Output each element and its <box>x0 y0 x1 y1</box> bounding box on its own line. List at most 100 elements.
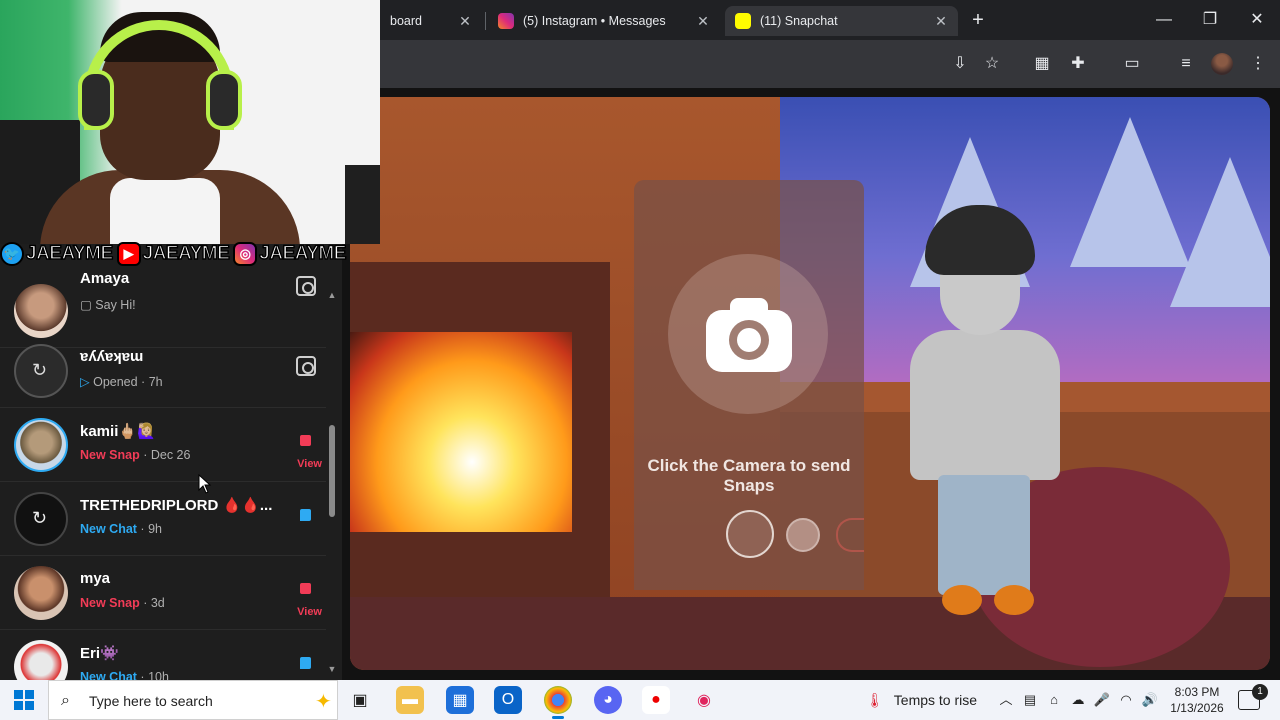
discord-icon[interactable]: ◕ <box>594 686 622 714</box>
chat-status: New Chat · 10h <box>80 670 169 680</box>
thermometer-icon: 🌡 <box>866 691 884 708</box>
chat-name: TRETHEDRIPLORD 🩸🩸... <box>80 497 273 514</box>
fire <box>350 332 572 532</box>
chat-item[interactable]: kamii🖕🏼🙋🏼‍♀️ New Snap · Dec 26 View <box>0 408 326 482</box>
menu-icon[interactable]: ⋮ <box>1246 52 1270 76</box>
camera-reply-icon[interactable] <box>294 274 318 298</box>
tab-title: (11) Snapchat <box>760 14 838 28</box>
lens-option[interactable] <box>786 518 820 552</box>
scroll-down-arrow[interactable]: ▼ <box>325 664 339 676</box>
bitmoji-hoodie <box>910 330 1060 480</box>
chat-item[interactable]: ↻ TRETHEDRIPLORD 🩸🩸... New Chat · 9h <box>0 482 326 556</box>
youtube-icon: ▶ <box>116 242 141 266</box>
outlook-icon[interactable]: O <box>494 686 522 714</box>
tab-dashboard[interactable]: board ✕ <box>380 6 482 36</box>
avatar: ↻ <box>14 344 68 398</box>
file-explorer-icon[interactable]: ▬ <box>396 686 424 714</box>
extensions-icon[interactable]: ✚ <box>1066 52 1090 76</box>
sidepanel-icon[interactable]: ▭ <box>1120 52 1144 76</box>
cloud-icon[interactable]: ☁ <box>1069 691 1087 709</box>
close-tab-icon[interactable]: ✕ <box>932 12 950 30</box>
chat-name: Eri👾 <box>80 645 119 662</box>
weather-text: Temps to rise <box>893 692 978 708</box>
chat-item[interactable]: Eri👾 New Chat · 10h <box>0 630 326 680</box>
camera-icon <box>706 298 792 372</box>
tab-snapchat[interactable]: (11) Snapchat ✕ <box>725 6 958 36</box>
view-link[interactable]: View <box>297 606 322 618</box>
view-link[interactable]: View <box>297 458 322 470</box>
search-icon: ⌕ <box>61 692 70 709</box>
new-chat-icon[interactable] <box>294 650 318 674</box>
task-view-icon[interactable]: ▣ <box>346 686 374 714</box>
new-snap-icon[interactable] <box>294 428 318 452</box>
scroll-up-arrow[interactable]: ▲ <box>325 290 339 302</box>
notification-badge: 1 <box>1252 684 1268 700</box>
star-icon[interactable]: ☆ <box>980 52 1004 76</box>
volume-icon[interactable]: 🔊 <box>1141 691 1159 709</box>
tab-title: board <box>390 14 422 28</box>
tab-title: (5) Instagram • Messages <box>523 14 666 28</box>
system-clock[interactable]: 8:03 PM 1/13/2026 <box>1166 684 1228 716</box>
close-tab-icon[interactable]: ✕ <box>694 12 712 30</box>
snapchat-icon <box>735 13 751 29</box>
chat-bubble-icon: ▢ <box>80 298 96 312</box>
instagram-handle: ◎ JAEAYME <box>233 242 347 266</box>
instagram-icon <box>498 13 514 29</box>
tray-app-icon[interactable]: ⌂ <box>1045 691 1063 709</box>
tray-app-icon[interactable]: ▤ <box>1021 691 1039 709</box>
headset-earcup <box>78 70 114 130</box>
chat-status: ▢ Say Hi! <box>80 298 136 312</box>
install-icon[interactable]: ⇩ <box>948 52 972 76</box>
close-window-button[interactable]: ✕ <box>1245 8 1269 32</box>
media-icon[interactable]: ≡ <box>1174 52 1198 76</box>
headset-earcup <box>206 70 242 130</box>
pumpkin-shoe <box>942 585 982 615</box>
youtube-handle: ▶ JAEAYME <box>116 242 230 266</box>
chrome-icon[interactable] <box>544 686 572 719</box>
profile-avatar[interactable] <box>1211 53 1233 75</box>
chat-status: New Chat · 9h <box>80 522 162 536</box>
mouse-cursor-icon <box>198 474 212 494</box>
chat-name: ɐʎʎɐʞɐɯ <box>80 348 144 365</box>
new-tab-button[interactable]: + <box>968 10 988 30</box>
store-icon[interactable]: ▦ <box>446 686 474 714</box>
maximize-button[interactable]: ❐ <box>1198 8 1222 32</box>
microphone-icon[interactable]: 🎤 <box>1093 691 1111 709</box>
recorder-icon[interactable]: ● <box>642 686 670 714</box>
chat-status: ▷ Opened · 7h <box>80 375 163 389</box>
taskbar-search[interactable]: ⌕ Type here to search ✦ <box>48 680 338 720</box>
windows-start-icon[interactable] <box>14 690 34 710</box>
clock-date: 1/13/2026 <box>1170 701 1224 715</box>
new-chat-icon[interactable] <box>294 502 318 526</box>
chat-item[interactable]: ↻ ɐʎʎɐʞɐɯ ▷ Opened · 7h <box>0 334 326 408</box>
new-snap-icon[interactable] <box>294 576 318 600</box>
close-tab-icon[interactable]: ✕ <box>456 12 474 30</box>
bitmoji-jeans <box>938 475 1030 595</box>
scrollbar-thumb[interactable] <box>329 425 335 517</box>
copilot-sparkle-icon: ✦ <box>315 691 332 713</box>
chat-item[interactable]: mya New Snap · 3d View <box>0 556 326 630</box>
tray-overflow-icon[interactable]: ︿ <box>997 691 1015 709</box>
refresh-icon: ↻ <box>32 508 48 528</box>
bitmoji-avatar <box>890 205 1090 615</box>
streamer-shirt <box>110 178 220 244</box>
sent-arrow-icon: ▷ <box>80 375 94 389</box>
tab-instagram[interactable]: (5) Instagram • Messages ✕ <box>488 6 720 36</box>
qr-icon[interactable]: ▦ <box>1030 52 1054 76</box>
minimize-button[interactable]: — <box>1152 8 1176 32</box>
chat-name: Amaya <box>80 270 130 287</box>
screen: board ✕ (5) Instagram • Messages ✕ (11) … <box>0 0 1280 720</box>
avatar: ↻ <box>14 492 68 546</box>
weather-widget[interactable]: 🌡 Temps to rise <box>866 680 977 720</box>
lens-option[interactable] <box>726 510 774 558</box>
lens-option[interactable] <box>836 518 864 552</box>
twitter-handle: 🐦 JAEAYME <box>0 242 114 266</box>
wifi-icon[interactable]: ◠ <box>1117 691 1135 709</box>
avatar <box>14 640 68 680</box>
maps-pin-icon[interactable]: ◉ <box>690 686 718 714</box>
snow-tree <box>1170 157 1270 307</box>
social-handles-overlay: 🐦 JAEAYME ▶ JAEAYME ◎ JAEAYME <box>0 240 356 268</box>
camera-reply-icon[interactable] <box>294 354 318 378</box>
instagram-icon: ◎ <box>233 242 258 266</box>
clock-time: 8:03 PM <box>1174 685 1220 699</box>
